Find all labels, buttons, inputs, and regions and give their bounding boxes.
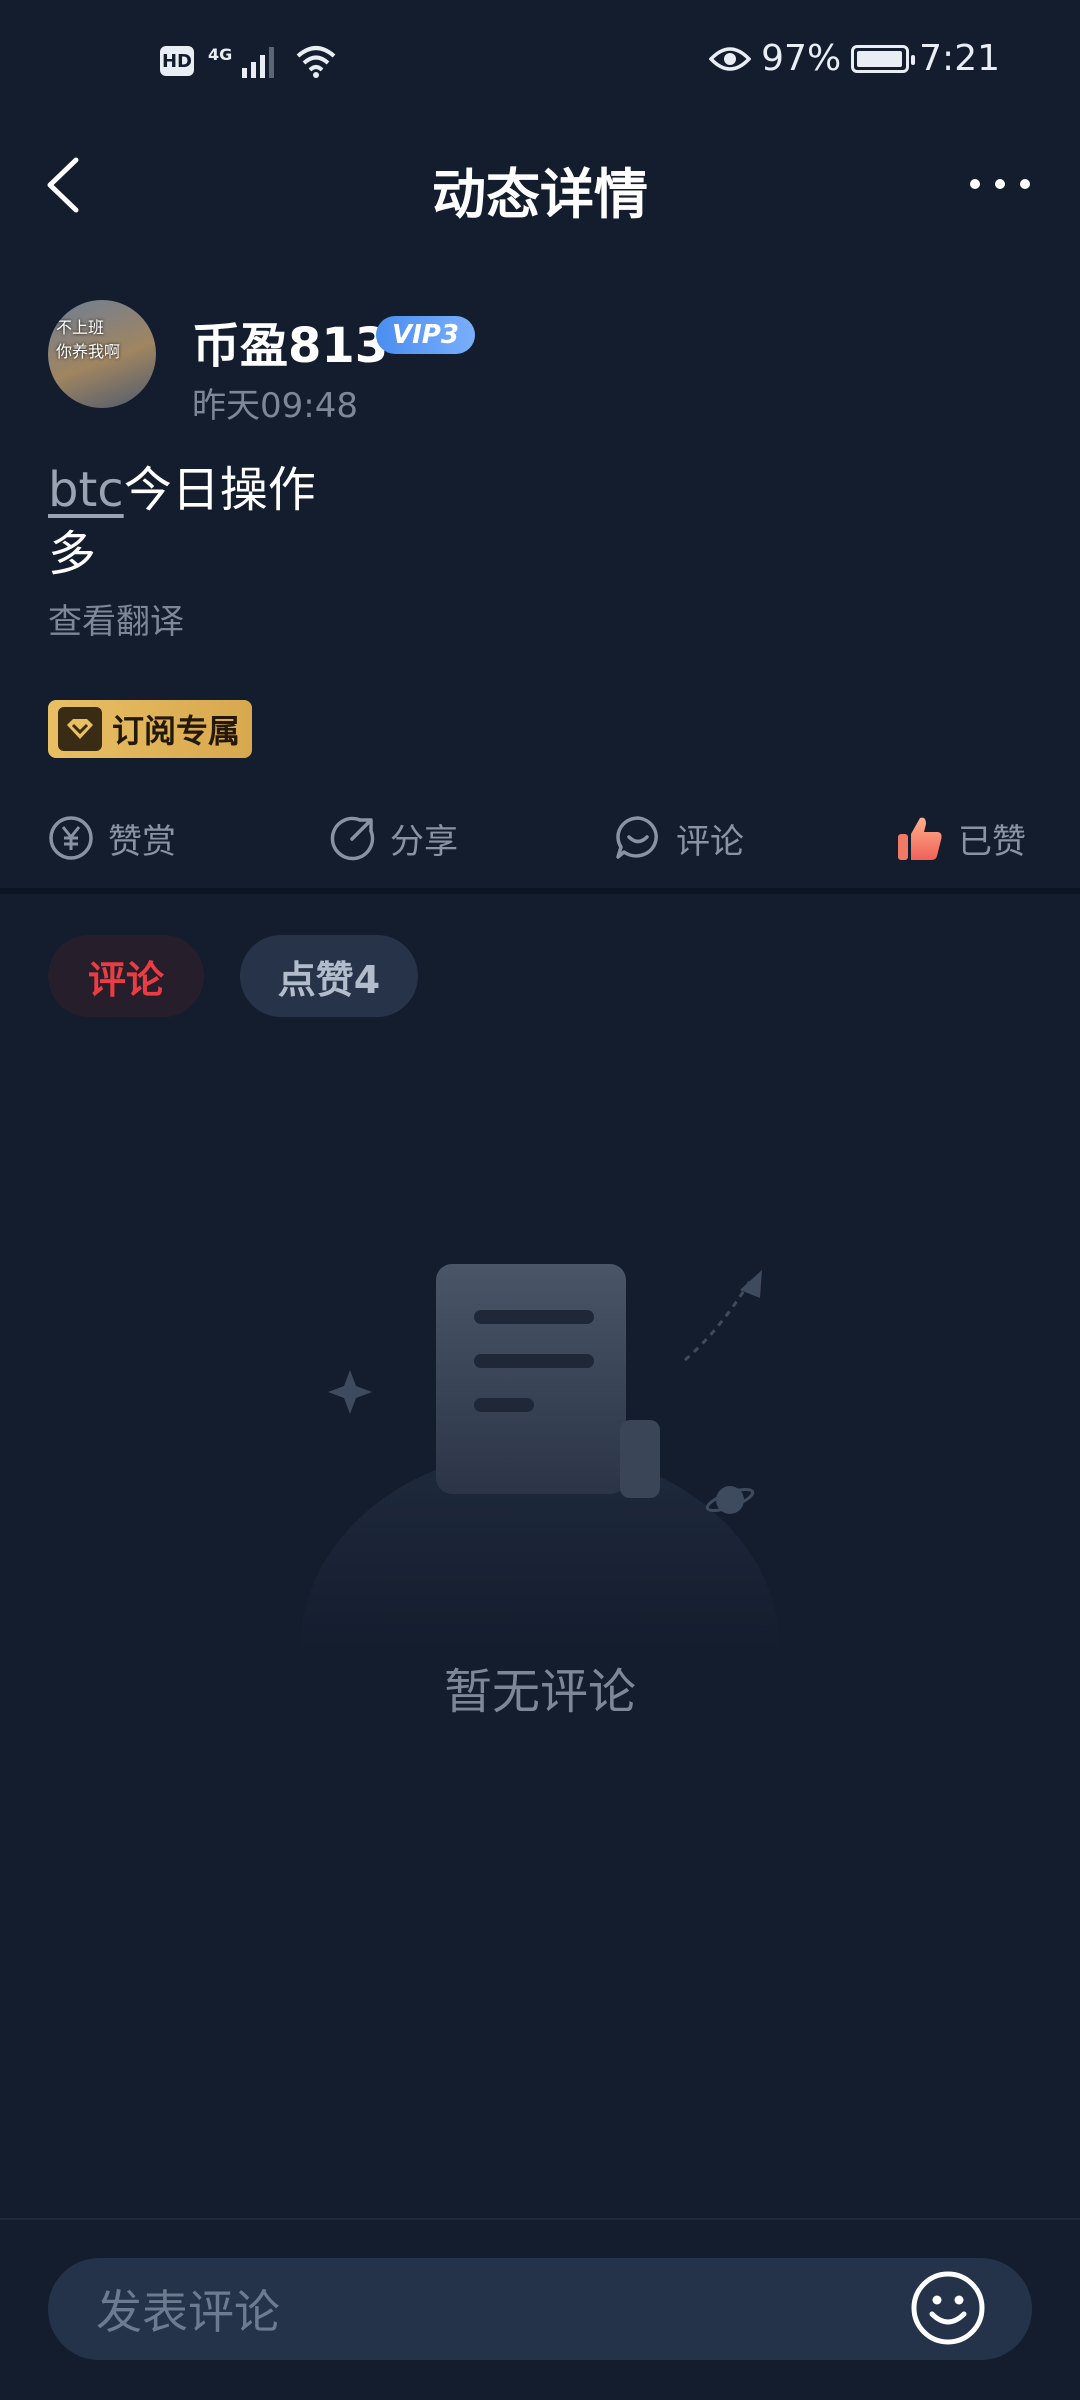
- post-tag-link[interactable]: btc: [48, 462, 124, 518]
- comment-button[interactable]: 评论: [614, 810, 744, 866]
- battery-icon: [851, 44, 916, 73]
- comment-input[interactable]: 发表评论: [48, 2258, 1032, 2360]
- liked-label: 已赞: [958, 821, 1026, 862]
- share-button[interactable]: 分享: [330, 810, 458, 866]
- emoji-button[interactable]: [910, 2270, 986, 2346]
- post-text: 今日操作: [123, 462, 316, 518]
- more-dot-icon: [1020, 179, 1030, 189]
- reward-button[interactable]: 赞赏: [48, 810, 176, 866]
- comment-input-placeholder: 发表评论: [96, 2285, 280, 2339]
- subscribe-label: 订阅专属: [112, 712, 241, 750]
- section-divider: [0, 888, 1080, 894]
- smiley-icon: [911, 2271, 985, 2345]
- share-label: 分享: [390, 821, 458, 862]
- clock: 7:21: [919, 38, 1000, 79]
- more-options-button[interactable]: [970, 166, 1030, 202]
- avatar-caption: 不上班 你养我啊: [56, 318, 121, 361]
- vip-badge: VIP3: [376, 316, 475, 354]
- tab-likes[interactable]: 点赞4: [240, 935, 418, 1017]
- reward-label: 赞赏: [108, 821, 176, 862]
- liked-button[interactable]: 已赞: [896, 810, 1026, 866]
- signal-icon: [242, 47, 275, 78]
- post-time: 昨天09:48: [192, 386, 358, 426]
- tab-comments[interactable]: 评论: [48, 935, 204, 1017]
- battery-fill: [857, 50, 902, 67]
- more-dot-icon: [995, 179, 1005, 189]
- empty-comments-text: 暂无评论: [443, 1664, 636, 1720]
- status-right: 97% 7:21: [709, 38, 1000, 79]
- comment-bubble-icon: [616, 816, 658, 859]
- post-content-line-1: btc今日操作: [48, 450, 316, 520]
- subscribe-exclusive-badge[interactable]: 订阅专属: [48, 700, 253, 758]
- empty-comments-illustration: [290, 1260, 790, 1660]
- page-title: 动态详情: [432, 163, 648, 226]
- network-type: 4G: [208, 44, 233, 64]
- hd-badge: HD: [160, 46, 194, 76]
- diamond-icon: [58, 707, 102, 751]
- wifi-icon: [296, 46, 336, 78]
- comment-label: 评论: [676, 821, 744, 862]
- post-content-line-2: 多: [48, 526, 97, 582]
- yuan-icon: [49, 816, 93, 860]
- composer-divider: [0, 2218, 1080, 2220]
- status-bar: HD 4G 97% 7:21: [0, 0, 1080, 140]
- eye-icon: [709, 46, 752, 71]
- thumbs-up-icon: [898, 817, 942, 860]
- author-name[interactable]: 币盈813: [192, 306, 388, 376]
- more-dot-icon: [970, 179, 980, 189]
- status-left: HD 4G: [160, 44, 338, 78]
- avatar[interactable]: 不上班 你养我啊: [48, 300, 156, 408]
- share-icon: [330, 816, 375, 861]
- translate-link[interactable]: 查看翻译: [48, 594, 184, 643]
- battery-percent: 97%: [761, 38, 842, 79]
